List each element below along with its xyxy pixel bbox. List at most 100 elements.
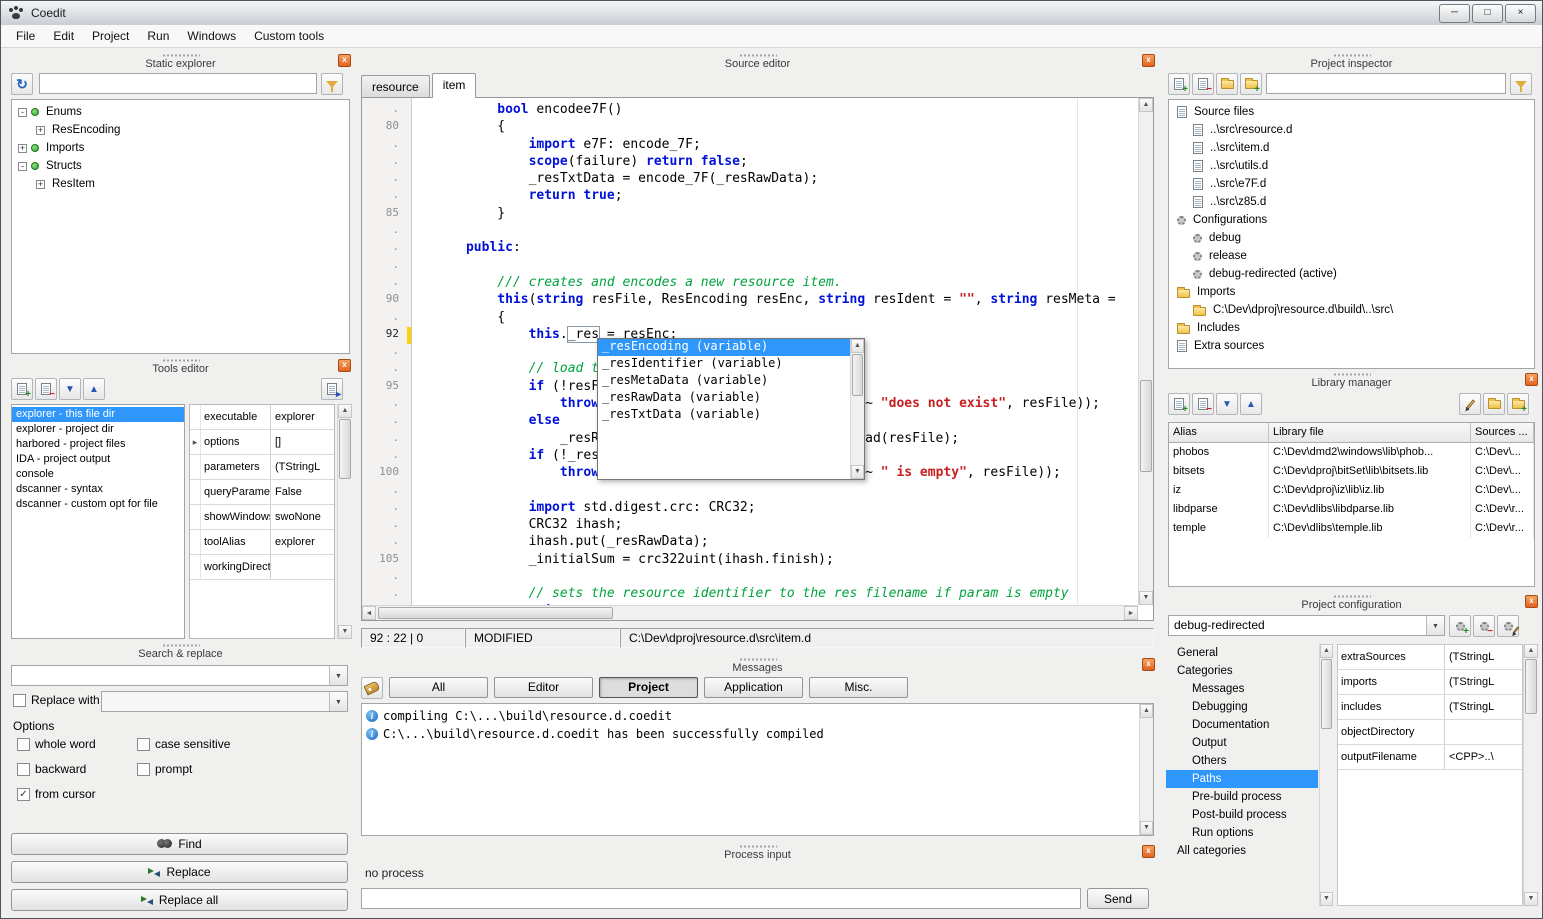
category-scrollbar[interactable]: ▲ ▼ — [1319, 644, 1333, 906]
completion-scrollbar[interactable]: ▲ ▼ — [850, 339, 864, 479]
scroll-down-icon[interactable]: ▼ — [1524, 892, 1538, 906]
drag-grip-icon[interactable] — [162, 644, 200, 647]
message-row[interactable]: icompiling C:\...\build\resource.d.coedi… — [364, 707, 1153, 725]
category-item[interactable]: Debugging — [1166, 698, 1318, 716]
scroll-down-icon[interactable]: ▼ — [1139, 591, 1153, 605]
expander-icon[interactable]: + — [36, 180, 45, 189]
tool-list-item[interactable]: console — [12, 467, 184, 482]
option-row[interactable]: outputFilename<CPP>..\ — [1338, 745, 1522, 770]
category-item[interactable]: Run options — [1166, 824, 1318, 842]
property-value[interactable]: swoNone — [271, 505, 334, 529]
scroll-thumb[interactable] — [339, 419, 351, 479]
panel-header[interactable]: Project configuration x — [1164, 594, 1539, 612]
tree-item[interactable]: Configurations — [1169, 211, 1534, 229]
scroll-thumb[interactable] — [1140, 380, 1152, 472]
replace-button[interactable]: Replace — [11, 861, 348, 883]
library-row[interactable]: izC:\Dev\dproj\iz\lib\iz.libC:\Dev\... — [1169, 481, 1534, 500]
category-item[interactable]: Others — [1166, 752, 1318, 770]
clone-configuration-button[interactable] — [1497, 615, 1519, 637]
library-row[interactable]: libdparseC:\Dev\dlibs\libdparse.libC:\De… — [1169, 500, 1534, 519]
inspector-filter-input[interactable] — [1266, 73, 1506, 94]
scroll-thumb[interactable] — [1525, 659, 1537, 714]
close-panel-icon[interactable]: x — [338, 54, 351, 67]
edit-library-button[interactable] — [1459, 393, 1481, 415]
scroll-up-icon[interactable]: ▲ — [1524, 644, 1538, 658]
tree-item[interactable]: debug — [1169, 229, 1534, 247]
tree-item[interactable]: ..\src\e7F.d — [1169, 175, 1534, 193]
filter-misc-button[interactable]: Misc. — [809, 677, 908, 698]
close-panel-icon[interactable]: x — [338, 359, 351, 372]
scroll-down-icon[interactable]: ▼ — [338, 625, 352, 639]
panel-header[interactable]: Source editor x — [359, 53, 1156, 71]
drag-grip-icon[interactable] — [1333, 373, 1371, 376]
remove-configuration-button[interactable]: − — [1473, 615, 1495, 637]
code-line[interactable]: import std.digest.crc: CRC32; — [419, 500, 1138, 517]
completion-item[interactable]: _resIdentifier (variable) — [598, 356, 850, 373]
close-panel-icon[interactable]: x — [1142, 54, 1155, 67]
panel-header[interactable]: Tools editor x — [9, 358, 352, 376]
property-value[interactable] — [271, 555, 334, 579]
remove-library-button[interactable]: − — [1192, 393, 1214, 415]
drag-grip-icon[interactable] — [739, 54, 777, 57]
code-line[interactable]: // sets the resource identifier to the r… — [419, 586, 1138, 603]
option-row[interactable]: extraSources(TStringL — [1338, 645, 1522, 670]
category-item[interactable]: Documentation — [1166, 716, 1318, 734]
tool-list-item[interactable]: dscanner - custom opt for file — [12, 497, 184, 512]
category-item[interactable]: Categories — [1166, 662, 1318, 680]
drag-grip-icon[interactable] — [739, 845, 777, 848]
option-checkbox-row[interactable]: prompt — [137, 762, 257, 776]
messages-scrollbar[interactable]: ▲ ▼ — [1139, 704, 1153, 835]
message-row[interactable]: iC:\...\build\resource.d.coedit has been… — [364, 725, 1153, 743]
remove-tool-button[interactable]: − — [35, 378, 57, 400]
scroll-up-icon[interactable]: ▲ — [1139, 98, 1153, 112]
tools-scrollbar[interactable]: ▲ ▼ — [337, 404, 352, 639]
tool-list-item[interactable]: explorer - project dir — [12, 422, 184, 437]
code-line[interactable]: /// creates and encodes a new resource i… — [419, 275, 1138, 292]
scroll-down-icon[interactable]: ▼ — [1140, 821, 1153, 835]
column-header-library-file[interactable]: Library file — [1269, 423, 1471, 443]
scroll-thumb[interactable] — [1321, 659, 1332, 729]
checkbox[interactable] — [137, 763, 150, 776]
completion-item[interactable]: _resRawData (variable) — [598, 390, 850, 407]
scroll-up-icon[interactable]: ▲ — [1140, 704, 1153, 718]
drag-grip-icon[interactable] — [739, 658, 777, 661]
code-line[interactable]: CRC32 ihash; — [419, 517, 1138, 534]
menu-item-file[interactable]: File — [7, 27, 44, 45]
panel-header[interactable]: Process input x — [359, 844, 1156, 862]
expander-icon[interactable]: - — [18, 108, 27, 117]
column-header-sources[interactable]: Sources ... — [1471, 423, 1534, 443]
search-combo[interactable] — [11, 665, 348, 686]
scroll-up-icon[interactable]: ▲ — [1320, 644, 1333, 658]
editor-hscrollbar[interactable]: ◄ ► — [362, 605, 1138, 620]
option-value[interactable] — [1445, 720, 1522, 744]
property-value[interactable]: [] — [271, 430, 334, 454]
close-panel-icon[interactable]: x — [1142, 845, 1155, 858]
checkbox[interactable] — [17, 738, 30, 751]
code-line[interactable]: public: — [419, 240, 1138, 257]
library-row[interactable]: templeC:\Dev\dlibs\temple.libC:\Dev\r... — [1169, 519, 1534, 538]
filter-application-button[interactable]: Application — [704, 677, 803, 698]
panel-header[interactable]: Messages x — [359, 657, 1156, 675]
dropdown-arrow-icon[interactable] — [329, 666, 347, 685]
refresh-button[interactable]: ↻ — [11, 73, 33, 95]
completion-item[interactable]: _resTxtData (variable) — [598, 407, 850, 424]
tool-list-item[interactable]: explorer - this file dir — [12, 407, 184, 422]
add-folder-button[interactable] — [1216, 73, 1238, 95]
property-row[interactable]: ▸options[] — [190, 430, 334, 455]
tree-item[interactable]: C:\Dev\dproj\resource.d\build\..\src\ — [1169, 301, 1534, 319]
tree-item[interactable]: Source files — [1169, 103, 1534, 121]
open-folder-button[interactable]: + — [1240, 73, 1262, 95]
add-tool-button[interactable]: + — [11, 378, 33, 400]
tree-item[interactable]: Extra sources — [1169, 337, 1534, 355]
filter-button[interactable] — [1510, 73, 1532, 95]
dropdown-arrow-icon[interactable] — [329, 692, 347, 711]
filter-editor-button[interactable]: Editor — [494, 677, 593, 698]
close-panel-icon[interactable]: x — [1525, 373, 1538, 386]
library-row[interactable]: phobosC:\Dev\dmd2\windows\lib\phob...C:\… — [1169, 443, 1534, 462]
code-line[interactable]: } — [419, 206, 1138, 223]
tree-item[interactable]: debug-redirected (active) — [1169, 265, 1534, 283]
expander-icon[interactable]: - — [18, 162, 27, 171]
library-row[interactable]: bitsetsC:\Dev\dproj\bitSet\lib\bitsets.l… — [1169, 462, 1534, 481]
menu-item-custom-tools[interactable]: Custom tools — [245, 27, 333, 45]
property-row[interactable]: executableexplorer — [190, 405, 334, 430]
